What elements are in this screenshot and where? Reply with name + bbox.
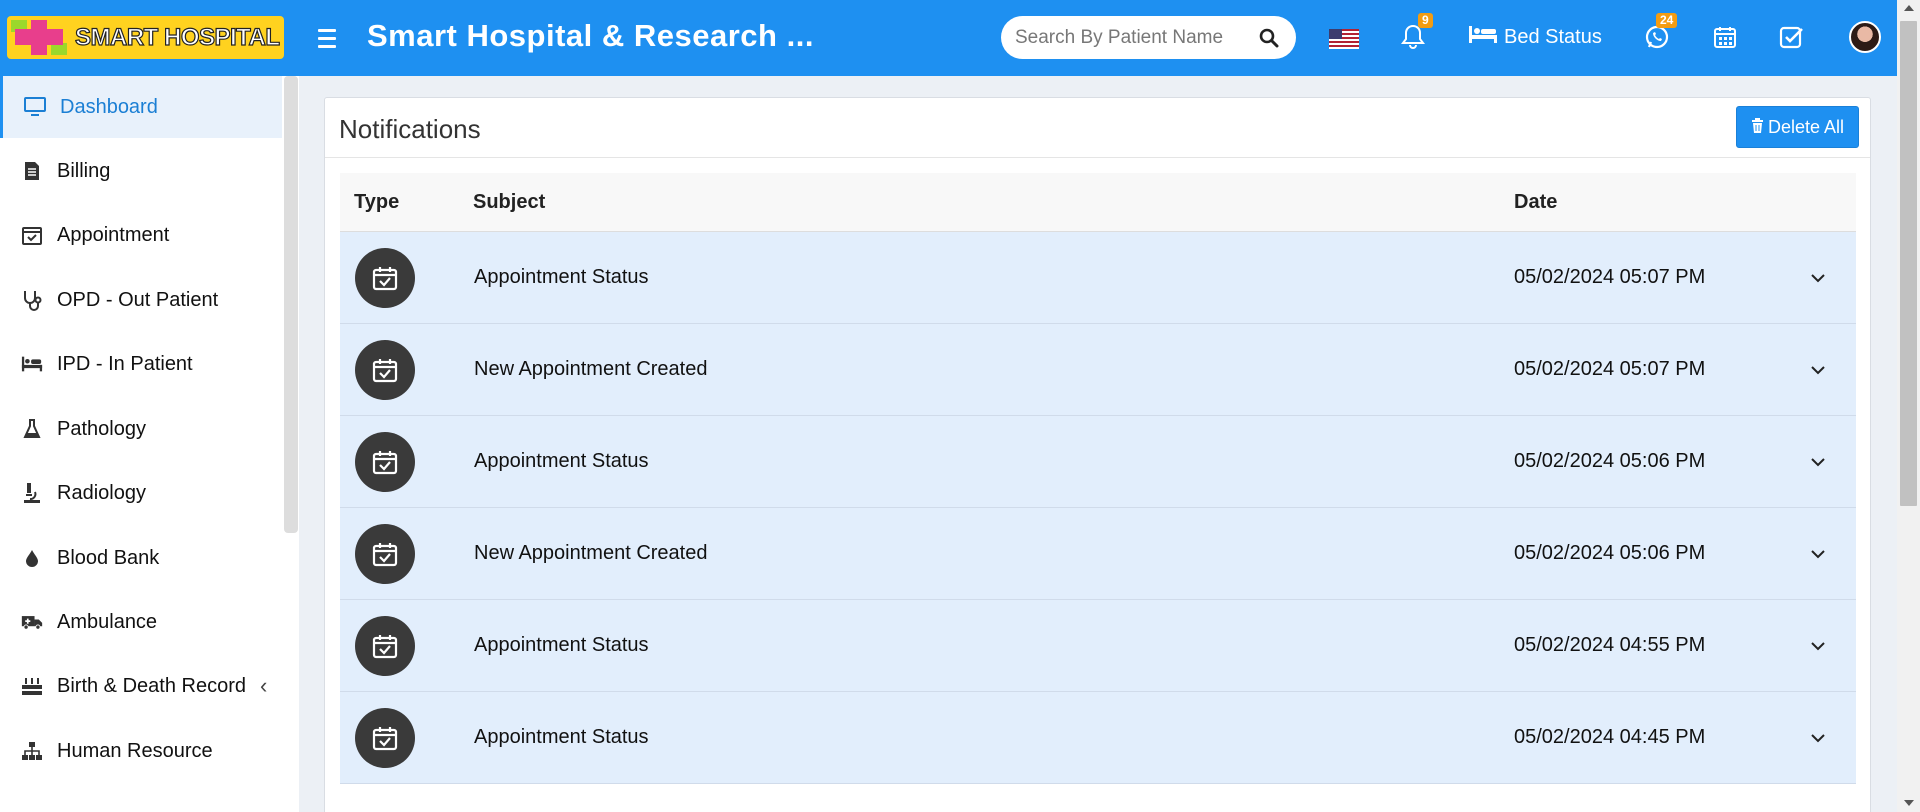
ambulance-icon — [21, 611, 43, 633]
table-row[interactable]: Appointment Status 05/02/2024 04:45 PM — [340, 692, 1856, 784]
table-row[interactable]: New Appointment Created 05/02/2024 05:07… — [340, 324, 1856, 416]
sidebar-item-label: Birth & Death Record — [57, 674, 246, 697]
table-row[interactable]: Appointment Status 05/02/2024 05:06 PM — [340, 416, 1856, 508]
scrollbar-thumb[interactable] — [1900, 21, 1917, 506]
top-navbar: SMART HOSPITAL Smart Hospital & Research… — [0, 0, 1897, 76]
scroll-up-arrow-icon[interactable] — [1904, 5, 1914, 11]
sidebar-item-label: Human Resource — [57, 739, 213, 762]
notification-subject: New Appointment Created — [474, 358, 708, 380]
chevron-down-icon[interactable] — [1808, 728, 1828, 748]
column-header-type: Type — [354, 191, 400, 213]
chevron-down-icon[interactable] — [1808, 268, 1828, 288]
search-icon[interactable] — [1256, 25, 1282, 51]
blood-drop-icon — [21, 547, 43, 569]
column-header-subject: Subject — [473, 191, 546, 213]
notification-subject: New Appointment Created — [474, 542, 708, 564]
notification-subject: Appointment Status — [474, 634, 649, 656]
sidebar-item-label: Pathology — [57, 417, 146, 440]
table-row[interactable]: New Appointment Created 05/02/2024 05:06… — [340, 508, 1856, 600]
hospital-logo[interactable]: SMART HOSPITAL — [7, 16, 284, 59]
sidebar-item-birth-death-record[interactable]: Birth & Death Record ‹ — [0, 655, 282, 717]
sidebar: Dashboard Billing Appointment OPD - Out … — [0, 76, 299, 812]
menu-toggle-icon[interactable] — [318, 24, 340, 52]
calendar-check-icon — [355, 616, 415, 676]
app-title: Smart Hospital & Research ... — [367, 18, 814, 53]
sidebar-item-label: Blood Bank — [57, 546, 160, 569]
bed-status-label: Bed Status — [1504, 25, 1602, 48]
notifications-card: Notifications Delete All Type Subject Da… — [324, 97, 1871, 812]
notification-date: 05/02/2024 04:45 PM — [1514, 726, 1706, 748]
task-checkbox-icon[interactable] — [1777, 22, 1807, 52]
chevron-down-icon[interactable] — [1808, 544, 1828, 564]
us-flag-icon[interactable] — [1329, 29, 1359, 49]
sidebar-item-billing[interactable]: Billing — [0, 140, 282, 202]
notification-date: 05/02/2024 05:06 PM — [1514, 542, 1706, 564]
flask-icon — [21, 418, 43, 440]
delete-all-button[interactable]: Delete All — [1735, 106, 1859, 148]
card-header: Notifications Delete All — [325, 98, 1870, 158]
chevron-left-icon[interactable]: ‹ — [260, 673, 267, 699]
sidebar-item-label: IPD - In Patient — [57, 352, 193, 375]
sidebar-item-blood-bank[interactable]: Blood Bank — [0, 527, 282, 589]
chevron-down-icon[interactable] — [1808, 636, 1828, 656]
sidebar-item-label: OPD - Out Patient — [57, 288, 219, 311]
sidebar-item-label: Appointment — [57, 223, 170, 246]
sitemap-icon — [21, 740, 43, 762]
sidebar-item-human-resource[interactable]: Human Resource — [0, 720, 282, 782]
table-row[interactable]: Appointment Status 05/02/2024 05:07 PM — [340, 232, 1856, 324]
table-row[interactable]: Appointment Status 05/02/2024 04:55 PM — [340, 600, 1856, 692]
notification-date: 05/02/2024 05:07 PM — [1514, 266, 1706, 288]
sidebar-item-ipd[interactable]: IPD - In Patient — [0, 333, 282, 395]
calendar-check-icon — [355, 524, 415, 584]
microscope-icon — [21, 482, 43, 504]
medical-cross-icon — [7, 16, 71, 59]
notification-date: 05/02/2024 05:07 PM — [1514, 358, 1706, 380]
notification-date: 05/02/2024 04:55 PM — [1514, 634, 1706, 656]
sidebar-item-dashboard[interactable]: Dashboard — [0, 76, 282, 138]
chevron-down-icon[interactable] — [1808, 360, 1828, 380]
bed-icon — [1468, 24, 1498, 50]
whatsapp-count-badge: 24 — [1656, 13, 1678, 28]
calendar-check-icon — [355, 340, 415, 400]
chevron-down-icon[interactable] — [1808, 452, 1828, 472]
column-header-date: Date — [1514, 191, 1558, 213]
bill-icon — [21, 160, 43, 182]
page-scrollbar[interactable] — [1897, 0, 1920, 812]
notification-subject: Appointment Status — [474, 726, 649, 748]
stethoscope-icon — [21, 289, 43, 311]
notifications-table: Type Subject Date Appointment Status 05/… — [340, 173, 1856, 784]
notification-subject: Appointment Status — [474, 450, 649, 472]
sidebar-item-ambulance[interactable]: Ambulance — [0, 591, 282, 653]
sidebar-item-label: Ambulance — [57, 610, 158, 633]
sidebar-item-label: Billing — [57, 159, 111, 182]
sidebar-item-pathology[interactable]: Pathology — [0, 398, 282, 460]
calendar-check-icon — [21, 224, 43, 246]
sidebar-item-radiology[interactable]: Radiology — [0, 462, 282, 524]
bed-status-link[interactable]: Bed Status — [1468, 24, 1602, 50]
page-title: Notifications — [339, 114, 481, 144]
user-avatar[interactable] — [1849, 21, 1881, 53]
trash-icon — [1751, 117, 1764, 138]
calendar-icon[interactable] — [1710, 22, 1740, 52]
monitor-icon — [24, 96, 46, 118]
delete-all-label: Delete All — [1767, 116, 1844, 137]
notifications-count-badge: 9 — [1418, 13, 1433, 28]
patient-search-box — [1001, 16, 1296, 59]
patient-search-input[interactable] — [1015, 26, 1256, 49]
calendar-check-icon — [355, 248, 415, 308]
sidebar-item-label: Radiology — [57, 481, 146, 504]
notification-subject: Appointment Status — [474, 266, 649, 288]
scroll-down-arrow-icon[interactable] — [1904, 800, 1914, 806]
sidebar-scrollbar[interactable] — [284, 76, 298, 533]
sidebar-item-opd[interactable]: OPD - Out Patient — [0, 269, 282, 331]
birthday-cake-icon — [21, 675, 43, 697]
notification-date: 05/02/2024 05:06 PM — [1514, 450, 1706, 472]
calendar-check-icon — [355, 432, 415, 492]
table-header: Type Subject Date — [340, 173, 1856, 232]
sidebar-item-label: Dashboard — [60, 95, 158, 118]
logo-text: SMART HOSPITAL — [74, 23, 280, 51]
bed-icon — [21, 353, 43, 375]
sidebar-item-appointment[interactable]: Appointment — [0, 204, 282, 266]
calendar-check-icon — [355, 708, 415, 768]
